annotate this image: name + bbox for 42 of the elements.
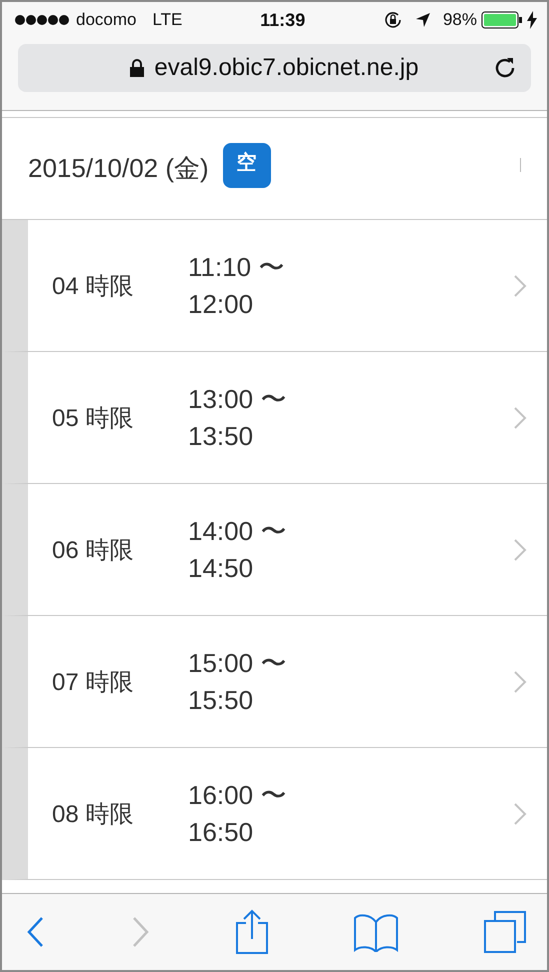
back-button[interactable] <box>26 916 46 948</box>
period-label: 08 時限 <box>52 800 134 830</box>
start-time: 11:10 〜 <box>188 250 286 284</box>
url-text: eval9.obic7.obicnet.ne.jp <box>154 54 419 82</box>
end-time: 13:50 <box>188 420 254 452</box>
period-row[interactable]: 05 時限 13:00 〜 13:50 <box>2 352 547 484</box>
signal-icon <box>14 14 70 26</box>
rotation-lock-icon <box>382 10 403 30</box>
period-label: 06 時限 <box>52 536 134 566</box>
period-label: 07 時限 <box>52 668 134 698</box>
bookmarks-button[interactable] <box>352 912 399 952</box>
date-heading: 2015/10/02 (金) <box>28 152 209 185</box>
period-row[interactable]: 06 時限 14:00 〜 14:50 <box>2 484 547 616</box>
period-label: 05 時限 <box>52 404 134 434</box>
chevron-right-icon <box>513 274 527 298</box>
lock-icon <box>130 59 144 77</box>
chevron-right-icon <box>513 538 527 562</box>
period-label: 04 時限 <box>52 272 134 302</box>
reload-icon[interactable] <box>493 56 517 80</box>
chevron-right-icon <box>513 670 527 694</box>
chevron-right-icon <box>513 802 527 826</box>
chevron-right-icon <box>513 406 527 430</box>
end-time: 12:00 <box>188 288 254 320</box>
share-button[interactable] <box>234 909 268 955</box>
charging-bolt-icon <box>527 11 537 29</box>
battery-percent: 98% <box>442 10 477 30</box>
address-bar[interactable]: eval9.obic7.obicnet.ne.jp <box>18 44 531 92</box>
start-time: 15:00 〜 <box>188 646 288 680</box>
tabs-button[interactable] <box>483 910 527 954</box>
period-row[interactable]: 04 時限 11:10 〜 12:00 <box>2 220 547 352</box>
end-time: 15:50 <box>188 684 254 716</box>
end-time: 16:50 <box>188 816 254 848</box>
start-time: 14:00 〜 <box>188 514 288 548</box>
carrier-name: docomo <box>76 10 136 30</box>
start-time: 16:00 〜 <box>188 778 288 812</box>
clock-time: 11:39 <box>259 10 306 30</box>
start-time: 13:00 〜 <box>188 382 288 416</box>
end-time: 14:50 <box>188 552 254 584</box>
availability-badge: 空 <box>222 143 271 188</box>
period-row[interactable]: 07 時限 15:00 〜 15:50 <box>2 616 547 748</box>
location-arrow-icon <box>414 12 431 28</box>
network-type: LTE <box>152 10 182 30</box>
